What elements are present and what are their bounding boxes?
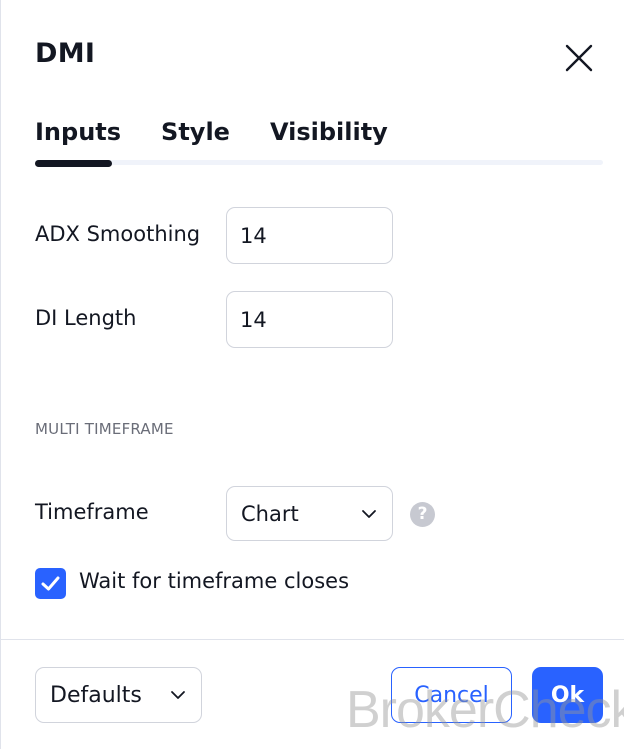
footer-divider: [1, 639, 624, 640]
section-title-multi-timeframe: MULTI TIMEFRAME: [35, 420, 174, 438]
tab-track: [35, 160, 603, 165]
close-button[interactable]: [561, 40, 597, 76]
question-circle-icon[interactable]: ?: [410, 502, 435, 527]
di-length-input[interactable]: [226, 291, 393, 348]
defaults-dropdown-button[interactable]: Defaults: [35, 667, 202, 723]
wait-for-close-checkbox[interactable]: [35, 568, 66, 599]
timeframe-select[interactable]: Chart: [226, 486, 393, 541]
checkmark-icon: [41, 576, 60, 591]
timeframe-label: Timeframe: [35, 500, 149, 524]
cancel-button[interactable]: Cancel: [391, 667, 512, 723]
wait-for-close-label[interactable]: Wait for timeframe closes: [79, 569, 349, 593]
tab-inputs[interactable]: Inputs: [35, 118, 121, 146]
di-length-label: DI Length: [35, 306, 137, 330]
tab-style[interactable]: Style: [161, 118, 230, 146]
adx-smoothing-label: ADX Smoothing: [35, 222, 201, 246]
tab-bar: Inputs Style Visibility: [35, 118, 428, 146]
close-icon: [565, 44, 593, 72]
active-tab-indicator: [35, 160, 112, 167]
dialog-title: DMI: [35, 38, 96, 69]
chevron-down-icon: [171, 691, 185, 699]
adx-smoothing-input[interactable]: [226, 207, 393, 264]
dmi-settings-dialog: DMI Inputs Style Visibility ADX Smoothin…: [0, 0, 624, 749]
tab-visibility[interactable]: Visibility: [270, 118, 388, 146]
ok-button[interactable]: Ok: [532, 667, 603, 723]
chevron-down-icon: [362, 509, 376, 518]
timeframe-value: Chart: [241, 501, 299, 526]
defaults-label: Defaults: [50, 682, 142, 708]
